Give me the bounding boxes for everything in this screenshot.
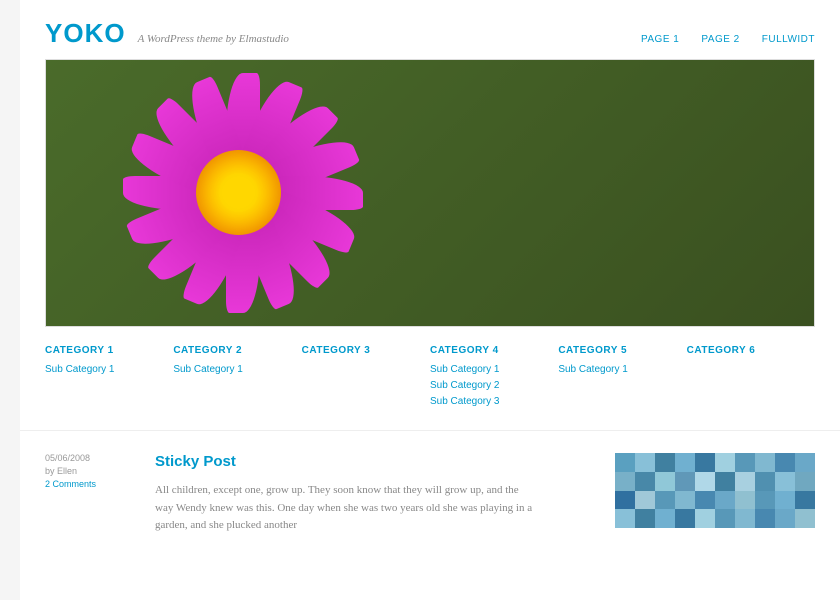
nav-page-1[interactable]: PAGE 1	[641, 34, 679, 45]
post-date: 05/06/2008	[45, 453, 125, 463]
sub-category[interactable]: Sub Category 2	[430, 380, 558, 391]
sub-category[interactable]: Sub Category 1	[45, 364, 173, 375]
site-title[interactable]: YOKO	[45, 18, 126, 49]
post-title[interactable]: Sticky Post	[155, 453, 585, 470]
sub-category[interactable]: Sub Category 1	[430, 364, 558, 375]
sub-category[interactable]: Sub Category 3	[430, 396, 558, 407]
site-tagline: A WordPress theme by Elmastudio	[138, 33, 289, 45]
nav-page-2[interactable]: PAGE 2	[701, 34, 739, 45]
category-2[interactable]: CATEGORY 2	[173, 345, 301, 356]
category-4[interactable]: CATEGORY 4	[430, 345, 558, 356]
sidebar-thumbnail	[615, 453, 815, 528]
category-1[interactable]: CATEGORY 1	[45, 345, 173, 356]
top-nav: PAGE 1 PAGE 2 FULLWIDT	[641, 34, 815, 45]
category-3[interactable]: CATEGORY 3	[302, 345, 430, 356]
post-meta: 05/06/2008 by Ellen 2 Comments	[45, 453, 125, 535]
post-author: by Ellen	[45, 466, 125, 476]
nav-fullwidth[interactable]: FULLWIDT	[762, 34, 815, 45]
category-nav: CATEGORY 1Sub Category 1CATEGORY 2Sub Ca…	[20, 327, 840, 431]
category-6[interactable]: CATEGORY 6	[687, 345, 815, 356]
sub-category[interactable]: Sub Category 1	[558, 364, 686, 375]
category-5[interactable]: CATEGORY 5	[558, 345, 686, 356]
hero-image	[45, 59, 815, 327]
sub-category[interactable]: Sub Category 1	[173, 364, 301, 375]
post-body: All children, except one, grow up. They …	[155, 482, 535, 535]
post-comments-link[interactable]: 2 Comments	[45, 479, 125, 489]
